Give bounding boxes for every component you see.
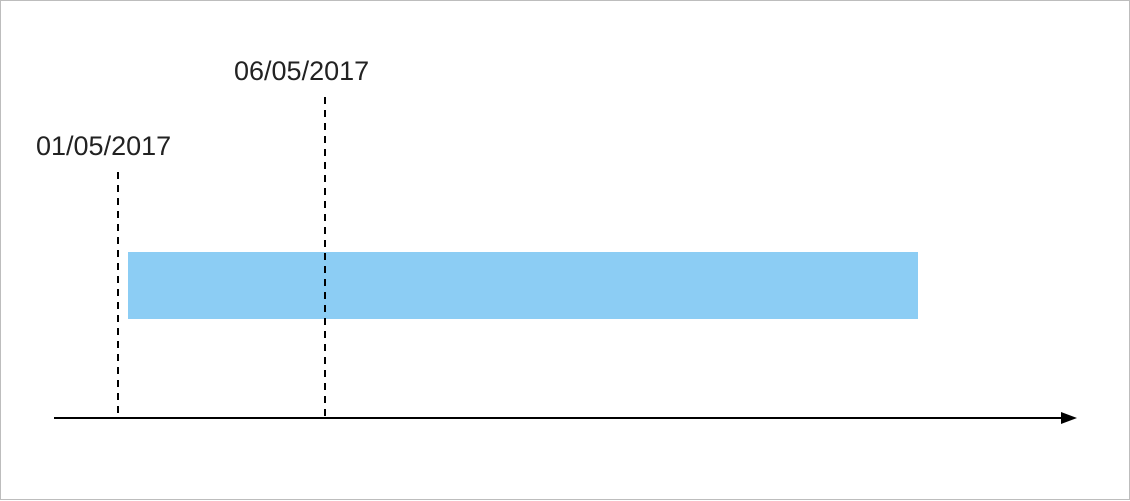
task-bar xyxy=(128,252,918,319)
timeline-diagram: 01/05/2017 06/05/2017 xyxy=(0,0,1130,500)
axis-arrowhead xyxy=(1061,412,1077,424)
timeline-svg xyxy=(1,1,1130,501)
